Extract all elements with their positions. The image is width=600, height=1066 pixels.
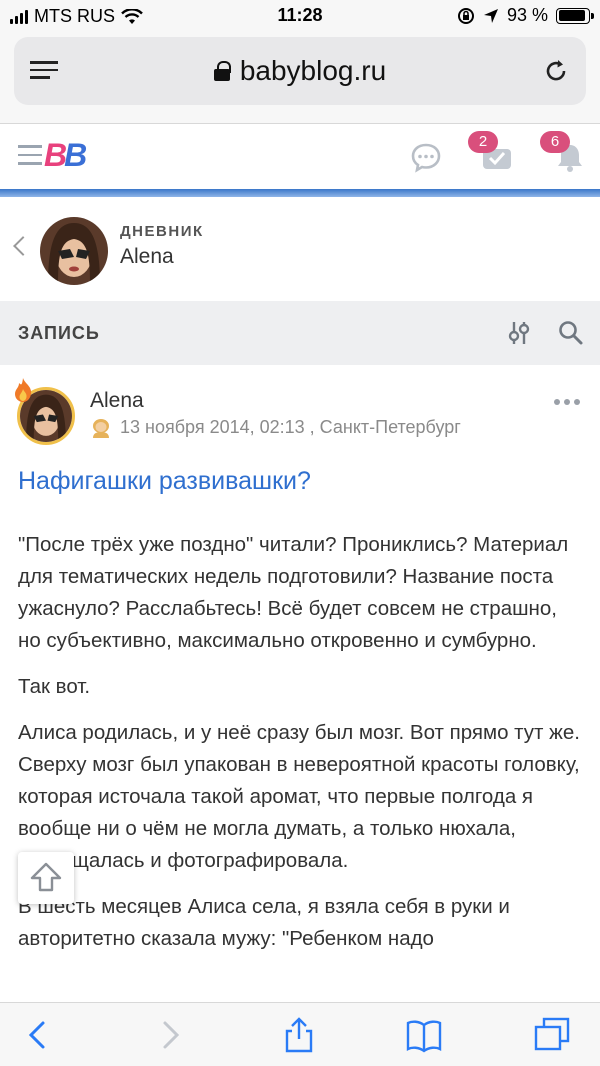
post-title[interactable]: Нафигашки развивашки?	[18, 467, 311, 496]
tasks-badge: 2	[468, 131, 498, 153]
battery-icon	[556, 7, 594, 24]
notifications-badge: 6	[540, 131, 570, 153]
forward-arrow-icon[interactable]	[152, 1017, 188, 1053]
battery-percent: 93 %	[506, 5, 548, 25]
share-icon[interactable]	[281, 1017, 317, 1053]
post-paragraph: Так вот.	[18, 675, 91, 698]
reload-icon[interactable]	[542, 57, 570, 85]
avatar-photo	[40, 217, 108, 285]
post-author[interactable]: Alena	[90, 389, 144, 413]
filter-icon[interactable]	[505, 319, 533, 347]
diary-owner-name[interactable]: Alena	[120, 245, 174, 269]
kid-icon	[93, 418, 109, 438]
address-bar[interactable]: babyblog.ru	[14, 37, 586, 105]
post-paragraph: В шесть месяцев Алиса села, я взяла себя…	[18, 895, 510, 950]
status-bar: MTS RUS 11:28 93 %	[0, 0, 600, 32]
post-paragraph: "После трёх уже поздно" читали? Проникли…	[18, 533, 569, 652]
diary-avatar[interactable]	[40, 217, 108, 285]
more-dots-icon[interactable]	[554, 399, 580, 405]
post-meta: 13 ноября 2014, 02:13 , Санкт-Петербург	[90, 417, 461, 438]
back-chevron-icon[interactable]	[13, 236, 33, 256]
reader-menu-icon[interactable]	[30, 61, 58, 81]
post-body: "После трёх уже поздно" читали? Проникли…	[18, 529, 584, 969]
section-bar: ЗАПИСЬ	[0, 301, 600, 365]
diary-label: ДНЕВНИК	[120, 223, 204, 240]
url-text[interactable]: babyblog.ru	[240, 55, 386, 87]
scroll-up-icon	[30, 862, 62, 892]
diary-header: ДНЕВНИК Alena	[0, 197, 600, 301]
post-date: 13 ноября 2014, 02:13 , Санкт-Петербург	[120, 417, 461, 437]
site-logo[interactable]: BB	[44, 137, 87, 174]
browser-chrome: babyblog.ru	[0, 32, 600, 124]
location-arrow-icon	[483, 8, 498, 23]
chat-bubble-icon[interactable]	[410, 141, 442, 173]
rotation-lock-icon	[457, 7, 474, 24]
status-right: 93 %	[457, 5, 594, 26]
site-header: BB 2 6	[0, 125, 600, 189]
flame-icon	[15, 378, 32, 402]
back-arrow-icon[interactable]	[20, 1017, 56, 1053]
hamburger-menu-icon[interactable]	[18, 145, 42, 165]
post-paragraph: Алиса родилась, и у неё сразу был мозг. …	[18, 721, 580, 872]
scroll-up-button[interactable]	[18, 852, 74, 904]
lock-icon	[213, 61, 231, 81]
section-title: ЗАПИСЬ	[18, 323, 100, 343]
search-icon[interactable]	[557, 319, 585, 347]
bookmarks-icon[interactable]	[406, 1017, 442, 1053]
tabs-icon[interactable]	[534, 1017, 570, 1053]
browser-toolbar	[0, 1002, 600, 1066]
header-accent-bar	[0, 189, 600, 197]
